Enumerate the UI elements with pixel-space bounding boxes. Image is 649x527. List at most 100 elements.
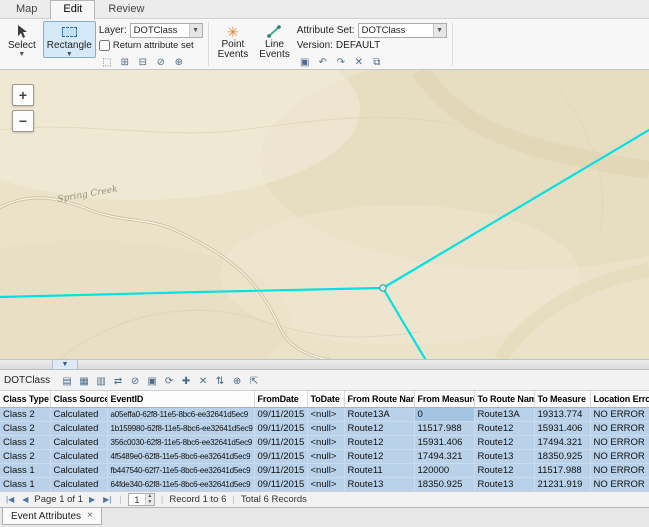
table-cell[interactable]: 18350.925 (534, 449, 590, 463)
table-cell[interactable]: 4f5489e0-62f8-11e5-8bc6-ee32641d5ec9 (107, 449, 254, 463)
column-header[interactable]: From Route Name (344, 391, 414, 407)
table-cell[interactable]: <null> (307, 435, 344, 449)
column-header[interactable]: Location Error (590, 391, 649, 407)
table-row[interactable]: Class 1Calculatedfb447540-62f7-11e5-8bc6… (0, 463, 649, 477)
clear-selection-icon[interactable]: ⊘ (153, 54, 169, 69)
rectangle-tool-button[interactable]: Rectangle ▼ (43, 21, 96, 58)
zoom-out-button[interactable]: − (12, 110, 34, 132)
table-cell[interactable]: <null> (307, 477, 344, 491)
return-attribute-set-checkbox[interactable] (99, 40, 110, 51)
merge-events-icon[interactable]: ⧉ (369, 54, 385, 69)
delete-record-icon[interactable]: ✕ (195, 373, 211, 388)
table-cell[interactable]: NO ERROR (590, 407, 649, 421)
table-row[interactable]: Class 2Calculateda05effa0-62f8-11e5-8bc6… (0, 407, 649, 421)
last-page-button[interactable]: ▶| (101, 493, 113, 507)
map-canvas[interactable]: Spring Creek (0, 70, 649, 359)
table-cell[interactable]: 18350.925 (414, 477, 474, 491)
column-header[interactable]: Class Source (50, 391, 107, 407)
table-cell[interactable]: Route12 (344, 435, 414, 449)
table-cell[interactable]: 21231.919 (534, 477, 590, 491)
table-cell[interactable]: Route12 (344, 421, 414, 435)
table-cell[interactable]: Route11 (344, 463, 414, 477)
spinner-arrows-icon[interactable]: ▲ ▼ (145, 494, 154, 505)
next-page-button[interactable]: ▶ (87, 493, 97, 507)
table-cell[interactable]: 11517.988 (414, 421, 474, 435)
show-all-records-icon[interactable]: ▦ (76, 373, 92, 388)
save-record-icon[interactable]: ▣ (144, 373, 160, 388)
table-options-icon[interactable]: ▤ (59, 373, 75, 388)
table-cell[interactable]: NO ERROR (590, 421, 649, 435)
table-cell[interactable]: NO ERROR (590, 435, 649, 449)
tab-review[interactable]: Review (95, 0, 157, 18)
column-header[interactable]: From Measure (414, 391, 474, 407)
table-cell[interactable]: fb447540-62f7-11e5-8bc6-ee32641d5ec9 (107, 463, 254, 477)
column-header[interactable]: To Measure (534, 391, 590, 407)
table-row[interactable]: Class 2Calculated4f5489e0-62f8-11e5-8bc6… (0, 449, 649, 463)
table-cell[interactable]: Class 2 (0, 407, 50, 421)
zoom-in-button[interactable]: + (12, 84, 34, 106)
table-cell[interactable]: 1b159980-62f8-11e5-8bc6-ee32641d5ec9 (107, 421, 254, 435)
table-cell[interactable]: <null> (307, 421, 344, 435)
close-icon[interactable]: × (87, 511, 93, 521)
table-cell[interactable]: 17494.321 (414, 449, 474, 463)
table-cell[interactable]: Route12 (474, 463, 534, 477)
tab-event-attributes[interactable]: Event Attributes × (2, 508, 102, 525)
new-selection-icon[interactable]: ⬚ (99, 54, 115, 69)
table-cell[interactable]: 09/11/2015 (254, 421, 307, 435)
table-cell[interactable]: Calculated (50, 421, 107, 435)
dock-panel-icon[interactable]: ⇱ (246, 373, 262, 388)
prev-page-button[interactable]: ◀ (20, 493, 30, 507)
redo-icon[interactable]: ↷ (333, 54, 349, 69)
table-cell[interactable]: Route12 (474, 421, 534, 435)
column-header[interactable]: To Route Name (474, 391, 534, 407)
table-cell[interactable]: 15931.406 (414, 435, 474, 449)
table-cell[interactable]: 09/11/2015 (254, 449, 307, 463)
table-cell[interactable]: 09/11/2015 (254, 435, 307, 449)
table-cell[interactable]: 19313.774 (534, 407, 590, 421)
switch-selection-icon[interactable]: ⇄ (110, 373, 126, 388)
panel-splitter[interactable]: ▼ (0, 359, 649, 370)
column-header[interactable]: EventID (107, 391, 254, 407)
attribute-set-select[interactable]: DOTClass ▼ (358, 23, 447, 38)
sort-records-icon[interactable]: ⇅ (212, 373, 228, 388)
table-cell[interactable]: Class 2 (0, 435, 50, 449)
table-cell[interactable]: 64fde340-62f8-11e5-8bc6-ee32641d5ec9 (107, 477, 254, 491)
page-number-spinner[interactable]: 1 ▲ ▼ (128, 493, 155, 506)
table-cell[interactable]: 15931.406 (534, 421, 590, 435)
map-view[interactable]: Spring Creek + − (0, 70, 649, 359)
table-cell[interactable]: Class 1 (0, 477, 50, 491)
table-cell[interactable]: Route12 (344, 449, 414, 463)
point-events-button[interactable]: ✳ PointEvents (214, 21, 253, 61)
add-record-icon[interactable]: ✚ (178, 373, 194, 388)
undo-icon[interactable]: ↶ (315, 54, 331, 69)
route-vertex-marker[interactable] (380, 285, 386, 291)
line-events-button[interactable]: LineEvents (255, 21, 294, 61)
chevron-down-icon[interactable]: ▼ (189, 24, 202, 37)
table-cell[interactable]: Calculated (50, 477, 107, 491)
add-to-selection-icon[interactable]: ⊞ (117, 54, 133, 69)
table-cell[interactable]: Route13 (474, 477, 534, 491)
table-cell[interactable]: 09/11/2015 (254, 407, 307, 421)
table-cell[interactable]: Calculated (50, 435, 107, 449)
tab-edit[interactable]: Edit (50, 0, 95, 19)
table-cell[interactable]: 11517.988 (534, 463, 590, 477)
zoom-to-selection-icon[interactable]: ⊕ (171, 54, 187, 69)
table-cell[interactable]: NO ERROR (590, 463, 649, 477)
clear-table-selection-icon[interactable]: ⊘ (127, 373, 143, 388)
show-selected-records-icon[interactable]: ▥ (93, 373, 109, 388)
table-cell[interactable]: 09/11/2015 (254, 477, 307, 491)
column-header[interactable]: Class Type (0, 391, 50, 407)
table-cell[interactable]: Class 1 (0, 463, 50, 477)
save-edits-icon[interactable]: ▣ (297, 54, 313, 69)
column-header[interactable]: ToDate (307, 391, 344, 407)
table-cell[interactable]: Calculated (50, 449, 107, 463)
table-cell[interactable]: 09/11/2015 (254, 463, 307, 477)
table-cell[interactable]: 356c0030-62f8-11e5-8bc6-ee32641d5ec9 (107, 435, 254, 449)
table-cell[interactable]: Route13A (474, 407, 534, 421)
table-cell[interactable]: Calculated (50, 463, 107, 477)
refresh-table-icon[interactable]: ⟳ (161, 373, 177, 388)
table-cell[interactable]: NO ERROR (590, 449, 649, 463)
table-cell[interactable]: Class 2 (0, 421, 50, 435)
tab-map[interactable]: Map (3, 0, 50, 18)
table-cell[interactable]: NO ERROR (590, 477, 649, 491)
